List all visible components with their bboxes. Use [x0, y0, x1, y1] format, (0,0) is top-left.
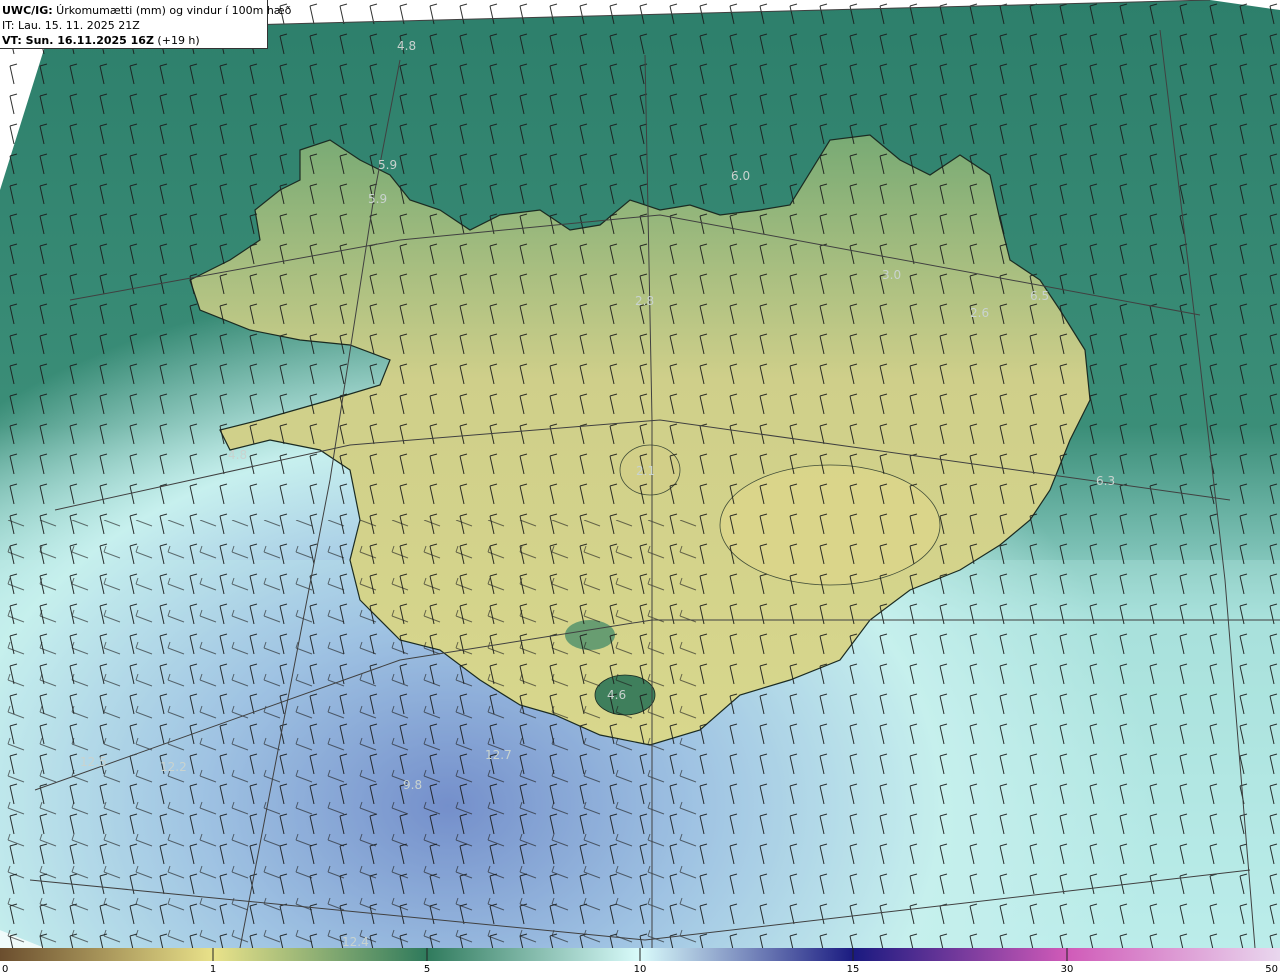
init-time: IT: Lau. 15. 11. 2025 21Z	[2, 19, 140, 32]
map-label: 6.0	[731, 169, 750, 183]
colorbar-tick: 0	[2, 964, 9, 975]
map-label: 12.4	[342, 935, 369, 948]
map-label: 2.8	[635, 294, 654, 308]
map-label: 9.8	[403, 778, 422, 792]
colorbar-tick: 50	[1265, 964, 1278, 975]
map-label: 2.1	[636, 464, 655, 478]
colorbar-tick: 5	[423, 964, 431, 975]
map-label: 6.5	[1030, 289, 1049, 303]
map-label: 6.3	[1096, 474, 1115, 488]
map-label: 12.7	[485, 748, 512, 762]
colorbar-tick: 1	[209, 964, 217, 975]
model-name: UWC/IG:	[2, 4, 53, 17]
valid-time: VT: Sun. 16.11.2025 16Z	[2, 34, 154, 47]
weather-map: 4.8 5.9 5.9 6.0 3.0 2.8 2.6 6.5 4.8 2.1 …	[0, 0, 1280, 948]
map-title: Úrkomumætti (mm) og vindur í 100m hæð	[52, 4, 292, 17]
colorbar-tick: 15	[846, 964, 860, 975]
map-label: 5.9	[368, 192, 387, 206]
map-label: 4.8	[397, 39, 416, 53]
map-label: 12.2	[160, 760, 187, 774]
colorbar	[0, 948, 1280, 961]
colorbar-ticks: 0 1 5 10 15 30 50	[0, 961, 1280, 978]
map-label: 4.8	[228, 448, 247, 462]
map-label: 5.9	[378, 158, 397, 172]
map-label: 3.0	[882, 268, 901, 282]
map-label: 4.6	[607, 688, 626, 702]
map-header: UWC/IG: Úrkomumætti (mm) og vindur í 100…	[0, 0, 291, 49]
colorbar-tick: 30	[1060, 964, 1074, 975]
map-label: 12.5	[80, 755, 107, 769]
colorbar-tick: 10	[633, 964, 647, 975]
map-label: 2.6	[970, 306, 989, 320]
lead-time: (+19 h)	[153, 34, 200, 47]
